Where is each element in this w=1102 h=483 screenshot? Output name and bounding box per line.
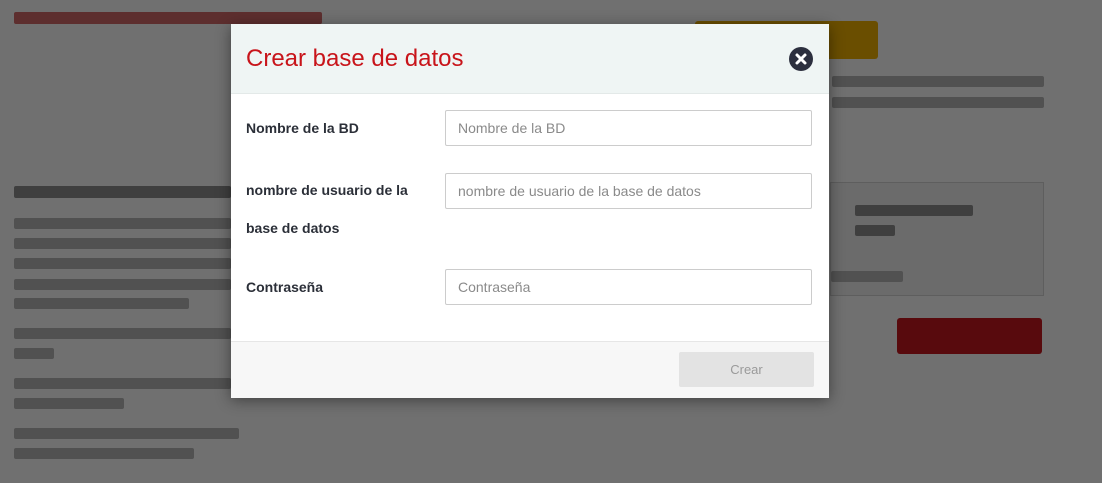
database-username-label: nombre de usuario de la base de datos <box>246 182 408 236</box>
modal-body: Nombre de la BD nombre de usuario de la … <box>231 94 829 342</box>
database-name-label: Nombre de la BD <box>246 120 359 136</box>
modal-footer: Crear <box>231 341 829 398</box>
database-name-input[interactable] <box>445 110 812 146</box>
password-label: Contraseña <box>246 279 324 295</box>
modal-title: Crear base de datos <box>246 45 464 72</box>
close-button[interactable] <box>789 47 813 71</box>
password-input[interactable] <box>445 269 812 305</box>
modal-header: Crear base de datos <box>231 24 829 94</box>
create-database-dialog: Crear base de datos Nombre de la BD nomb… <box>231 24 829 398</box>
database-username-input[interactable] <box>445 173 812 209</box>
create-button[interactable]: Crear <box>679 352 814 387</box>
close-circle-icon <box>795 53 807 65</box>
